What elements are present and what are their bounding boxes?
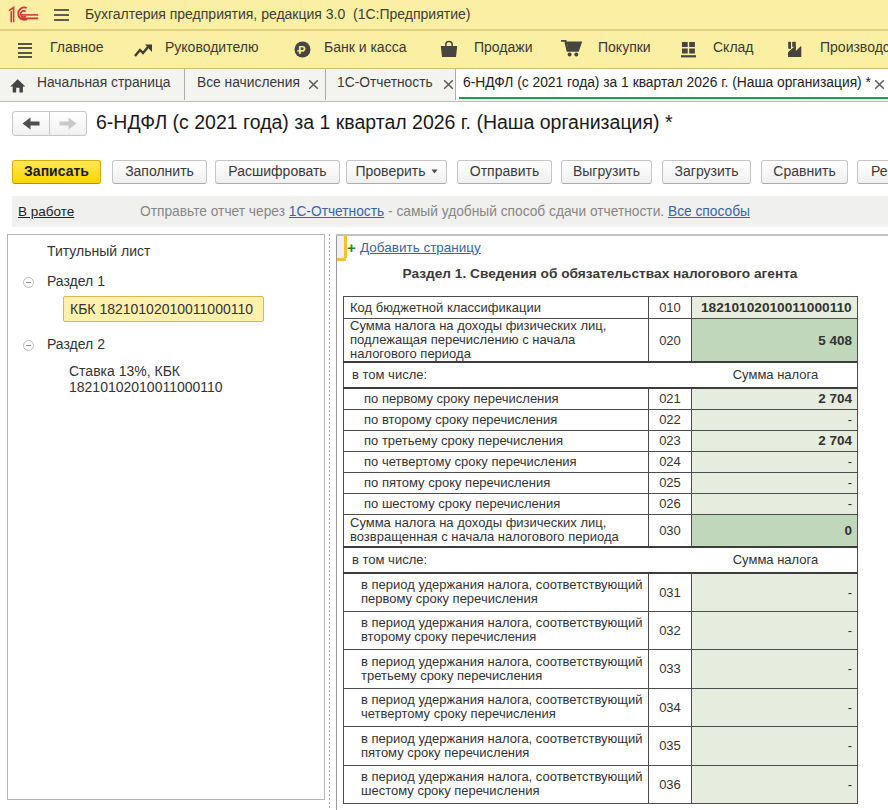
svg-text:Р: Р bbox=[298, 44, 305, 56]
